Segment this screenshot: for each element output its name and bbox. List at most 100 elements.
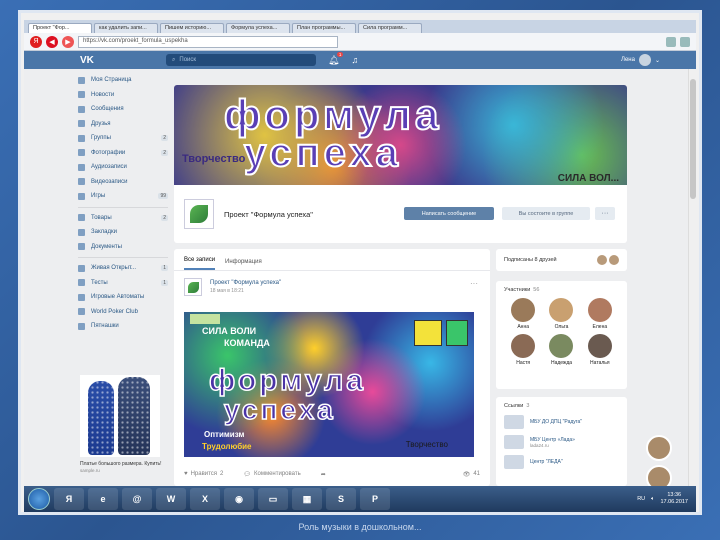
user-name: Лена [621, 57, 635, 63]
yandex-icon[interactable]: Я [30, 35, 42, 48]
more-button[interactable]: ··· [595, 207, 615, 220]
sidebar-item[interactable]: Живая Открыт... 1 [78, 261, 168, 276]
count-badge: 1 [161, 265, 168, 272]
sidebar-item[interactable]: Моя Страница [78, 73, 168, 88]
share-button[interactable]: ➦ [321, 471, 326, 478]
link-item[interactable]: МБУ Центр «Лада» lada24.ru [504, 435, 619, 449]
word-app-icon[interactable]: W [156, 488, 186, 510]
link-thumbnail [504, 435, 524, 449]
search-input[interactable]: ⌕ Поиск [166, 54, 316, 66]
sidebar-item[interactable]: Тесты 1 [78, 276, 168, 291]
members-card: Участники 56 Анна Ольга Елена Настя Надежда На… [496, 281, 627, 389]
members-title[interactable]: Участники 56 [504, 287, 619, 293]
sidebar-item[interactable]: Документы [78, 240, 168, 255]
ie-app-icon[interactable]: e [88, 488, 118, 510]
browser-tab[interactable]: Проект "Фор... [28, 23, 92, 33]
avatar [511, 334, 536, 358]
cover-title-line2: успеха [243, 130, 402, 176]
sidebar-item[interactable]: World Poker Club [78, 305, 168, 320]
member-item[interactable]: Елена [581, 298, 619, 330]
sidebar-item[interactable]: Закладки [78, 225, 168, 240]
sidebar-item[interactable]: Сообщения [78, 102, 168, 117]
browser-tab[interactable]: Пишем историю... [160, 23, 224, 33]
tab-all-posts[interactable]: Все записи [184, 257, 216, 270]
group-avatar[interactable] [184, 199, 214, 229]
sidebar-item[interactable]: Друзья [78, 117, 168, 132]
sidebar-item[interactable]: Товары 2 [78, 211, 168, 226]
leaf-logo-icon [190, 205, 208, 223]
user-menu[interactable]: Лена ⌄ [621, 54, 660, 66]
sidebar-item[interactable]: Игровые Автоматы [78, 290, 168, 305]
sidebar-item-label: Игровые Автоматы [91, 294, 145, 301]
sidebar-item-label: Живая Открыт... [91, 265, 137, 272]
ad-block[interactable]: Платье большого размера. Купить! sample.… [80, 375, 162, 473]
start-button[interactable] [28, 488, 50, 510]
menu-item-icon [78, 243, 85, 251]
music-icon[interactable]: ♫ [351, 55, 358, 65]
sidebar-item[interactable]: Игры 99 [78, 189, 168, 204]
chat-avatar[interactable] [646, 435, 672, 461]
scrollbar[interactable] [688, 69, 696, 486]
browser-tab[interactable]: как удалить запи... [94, 23, 158, 33]
powerpoint-app-icon[interactable]: P [360, 488, 390, 510]
post-author[interactable]: Проект "Формула успеха" [210, 280, 281, 286]
sidebar-item[interactable]: Видеозаписи [78, 175, 168, 190]
language-indicator[interactable]: RU [637, 496, 645, 502]
sidebar-item[interactable]: Группы 2 [78, 131, 168, 146]
comment-icon: 💬︎ [243, 471, 252, 478]
chevron-down-icon: ⌄ [654, 57, 660, 64]
menu-icon[interactable] [680, 36, 690, 47]
menu-item-icon [78, 308, 85, 316]
forward-icon[interactable]: ▶ [62, 35, 74, 48]
bell-icon[interactable]: 🔔︎ 1 [328, 51, 344, 66]
member-item[interactable]: Настя [504, 334, 542, 366]
post-menu-icon[interactable]: ··· [470, 279, 478, 288]
member-item[interactable]: Анна [504, 298, 542, 330]
like-button[interactable]: ♥ Нравится 2 [184, 471, 223, 477]
system-tray: RU 🔈︎ 13:36 17.06.2017 [637, 492, 696, 505]
vk-logo[interactable]: VK [80, 55, 120, 66]
write-message-button[interactable]: Написать сообщение [404, 207, 494, 220]
sidebar-item[interactable]: Аудиозаписи [78, 160, 168, 175]
address-bar[interactable]: https://vk.com/proekt_formula_uspekha [78, 35, 338, 48]
clock[interactable]: 13:36 17.06.2017 [660, 492, 688, 505]
excel-app-icon[interactable]: X [190, 488, 220, 510]
link-item[interactable]: Центр "ЛЕДА" [504, 455, 619, 469]
ad-image[interactable] [80, 375, 160, 457]
mail-app-icon[interactable]: @ [122, 488, 152, 510]
ad-text[interactable]: Платье большого размера. Купить! [80, 461, 162, 468]
browser-tab[interactable]: Сила программ... [358, 23, 422, 33]
sidebar-item[interactable]: Новости [78, 88, 168, 103]
member-item[interactable]: Ольга [542, 298, 580, 330]
skype-app-icon[interactable]: S [326, 488, 356, 510]
post-date[interactable]: 18 мая в 18:21 [210, 288, 281, 294]
member-status-button[interactable]: Вы состоите в группе [502, 207, 590, 220]
emblem-icon [446, 320, 468, 346]
chat-avatar[interactable] [646, 465, 672, 486]
links-title[interactable]: Ссылки 3 [504, 403, 619, 409]
tab-info[interactable]: Информация [225, 259, 262, 270]
member-name: Настя [516, 360, 531, 366]
browser-tab[interactable]: План программы... [292, 23, 356, 33]
sidebar-item[interactable]: Фотографии 2 [78, 146, 168, 161]
back-icon[interactable]: ◀ [46, 35, 58, 48]
sidebar-item[interactable]: Пятнашки [78, 319, 168, 334]
heart-icon: ♥ [184, 471, 188, 477]
scrollbar-thumb[interactable] [690, 79, 696, 199]
browser-tab[interactable]: Формула успеха... [226, 23, 290, 33]
comment-button[interactable]: 💬︎ Комментировать [243, 471, 300, 478]
post-avatar[interactable] [184, 278, 202, 296]
member-item[interactable]: Надежда [542, 334, 580, 366]
post-image[interactable]: СИЛА ВОЛИ КОМАНДА формула успеха Оптимиз… [184, 312, 474, 457]
volume-icon[interactable]: 🔈︎ [651, 496, 654, 503]
member-item[interactable]: Наталья [581, 334, 619, 366]
bookmark-icon[interactable] [666, 36, 676, 47]
chrome-app-icon[interactable]: ◉ [224, 488, 254, 510]
link-item[interactable]: МБУ ДО ДПЦ "Радуга" [504, 415, 619, 429]
like-label: Нравится [190, 471, 218, 477]
sidebar-item-label: Игры [91, 193, 106, 200]
yandex-app-icon[interactable]: Я [54, 488, 84, 510]
friends-card[interactable]: Подписаны 8 друзей [496, 249, 627, 271]
media-app-icon[interactable]: ▦ [292, 488, 322, 510]
folder-app-icon[interactable]: ▭ [258, 488, 288, 510]
